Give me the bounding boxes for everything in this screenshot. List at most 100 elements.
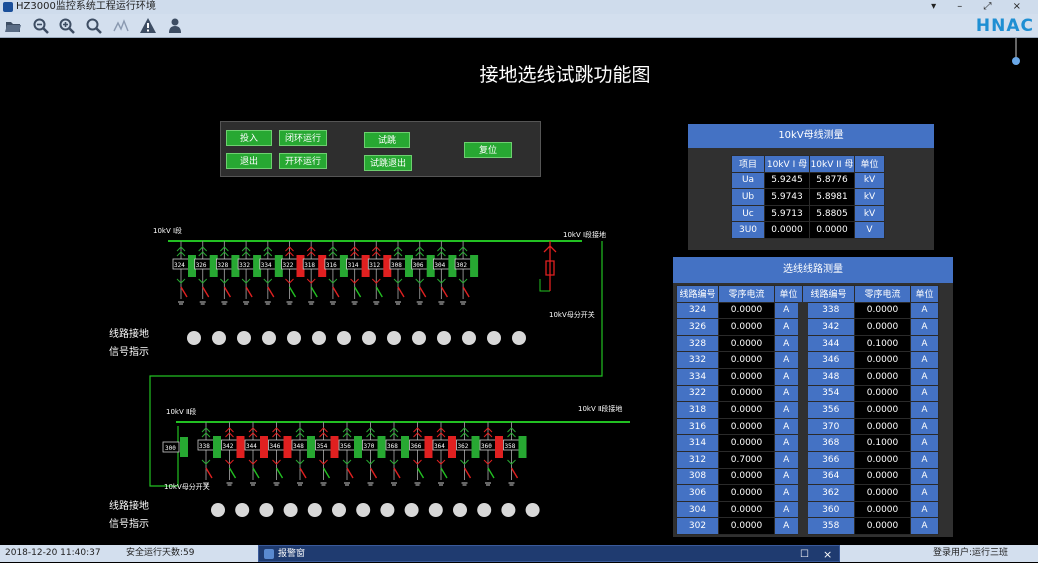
breaker-icon (236, 436, 245, 458)
table-row: 306 0.0000 A 362 0.0000 A (676, 484, 939, 502)
breaker-icon (260, 436, 268, 458)
breaker-icon (307, 436, 315, 458)
alarm-close-icon[interactable]: × (823, 546, 832, 563)
table-cell: A (910, 334, 939, 353)
table-cell: 370 (797, 417, 855, 436)
table-cell: Uc (731, 204, 765, 223)
bus-measurement-title: 10kV母线测量 (688, 124, 934, 148)
table-cell: 368 (797, 434, 855, 452)
feeder-id: 356 (340, 443, 351, 450)
status-datetime: 2018-12-20 11:40:37 (5, 548, 101, 558)
line_table-header: 单位 (910, 285, 939, 303)
ground-icon (508, 482, 515, 486)
signal-lamp (235, 503, 250, 517)
signal-lamp (462, 331, 476, 345)
signal-lamp (387, 331, 401, 345)
signal-lamp (287, 331, 301, 345)
table-cell: 0.0000 (718, 334, 775, 353)
ground-icon (264, 301, 271, 305)
line_table-header: 零序电流 (854, 285, 911, 303)
bus-measurement-panel: 10kV母线测量 项目 10kV I 母 10kV II 母单位 Ua 5.9245 5.… (688, 124, 934, 250)
table-cell: 314 (676, 434, 719, 452)
wire (539, 279, 550, 292)
status-bar: 2018-12-20 11:40:37 安全运行天数:59 报警窗 ☐ × 登录… (0, 545, 1038, 562)
table-row: 324 0.0000 A 338 0.0000 A (676, 301, 939, 320)
bus1-ground-label: 10kV Ⅰ段接地 (563, 231, 607, 239)
safe-days-counter: 安全运行天数:59 (126, 548, 195, 558)
ground-icon (416, 301, 423, 305)
table-cell: 0.0000 (718, 367, 775, 386)
breaker-icon (448, 436, 456, 458)
table-cell: 306 (676, 484, 719, 502)
table-cell: 316 (676, 417, 719, 436)
table-cell: 0.0000 (718, 484, 775, 502)
ground-switch-icon (267, 286, 275, 298)
table-cell: 5.9245 (764, 171, 810, 190)
ground-switch-icon (245, 286, 253, 298)
breaker-icon (401, 436, 409, 458)
table-row: 328 0.0000 A 344 0.1000 A (676, 334, 939, 353)
ground-switch-icon (397, 286, 405, 298)
bus-coupler-breaker (180, 437, 188, 457)
feeder-id: 370 (364, 443, 375, 450)
ground-icon (460, 301, 467, 305)
table-cell: 0.0000 (854, 467, 911, 486)
table-row: 302 0.0000 A 358 0.0000 A (676, 517, 939, 535)
table-cell: 0.0000 (854, 500, 911, 519)
feeder-id: 338 (199, 443, 210, 450)
table-cell: A (774, 484, 803, 502)
alarm-window-tab[interactable]: 报警窗 ☐ × (258, 545, 840, 562)
table-cell: 0.0000 (718, 301, 775, 320)
table-cell: 5.8776 (809, 171, 855, 190)
table-cell: A (774, 301, 803, 320)
table-cell: 0.0000 (854, 318, 911, 336)
signal-lamp (453, 503, 467, 517)
signal-lamp (283, 503, 298, 517)
signal-lamp (404, 503, 419, 517)
bus_table-header: 10kV II 母 (809, 155, 855, 173)
breaker-icon (377, 436, 386, 458)
feeder-id: 328 (217, 262, 228, 269)
table-cell: 358 (797, 517, 855, 535)
ground-switch-icon (462, 286, 470, 298)
table-cell: 0.0000 (854, 484, 911, 502)
table-cell: 304 (676, 500, 719, 519)
table-cell: 0.0000 (718, 467, 775, 486)
signal-lamp (237, 331, 251, 345)
table-row: 312 0.7000 A 366 0.0000 A (676, 450, 939, 469)
table-cell: A (910, 401, 939, 419)
line_table-header: 单位 (774, 285, 803, 303)
table-cell: A (774, 434, 803, 452)
line_table-header: 零序电流 (718, 285, 775, 303)
window-controls[interactable]: ▾ – ⤢ × (931, 0, 1030, 14)
ground-switch-icon (223, 286, 232, 298)
table-row: Ua 5.9245 5.8776 kV (731, 171, 885, 190)
table-cell: V (854, 221, 885, 239)
table-cell: 364 (797, 467, 855, 486)
table-cell: 5.9743 (764, 188, 810, 206)
table-cell: A (774, 417, 803, 436)
ground-icon (329, 301, 336, 305)
table-cell: 0.0000 (854, 517, 911, 535)
table-cell: 360 (797, 500, 855, 519)
feeder-id: 318 (304, 262, 315, 269)
feeder-id: 334 (261, 262, 272, 269)
alarm-maximize-icon[interactable]: ☐ (800, 546, 809, 563)
ground-icon (395, 301, 401, 305)
table-row: 318 0.0000 A 356 0.0000 A (676, 401, 939, 419)
breaker-icon (283, 436, 292, 458)
feeder-id: 302 (456, 262, 467, 269)
bus1-coupler-label: 10kV母分开关 (549, 311, 595, 319)
table-row: Uc 5.9713 5.8805 kV (731, 204, 885, 223)
ground-switch-icon (419, 286, 427, 298)
breaker-icon (424, 436, 433, 458)
table-cell: A (774, 450, 803, 469)
table-cell: A (774, 384, 803, 403)
table-cell: 0.0000 (718, 384, 775, 403)
bus-coupler-id: 300 (165, 445, 176, 452)
bus2-label: 10kV Ⅱ段 (166, 408, 197, 416)
table-cell: A (910, 384, 939, 403)
alarm-window-label: 报警窗 (278, 549, 306, 559)
table-cell: Ub (731, 188, 765, 206)
feeder-id: 308 (391, 262, 402, 269)
